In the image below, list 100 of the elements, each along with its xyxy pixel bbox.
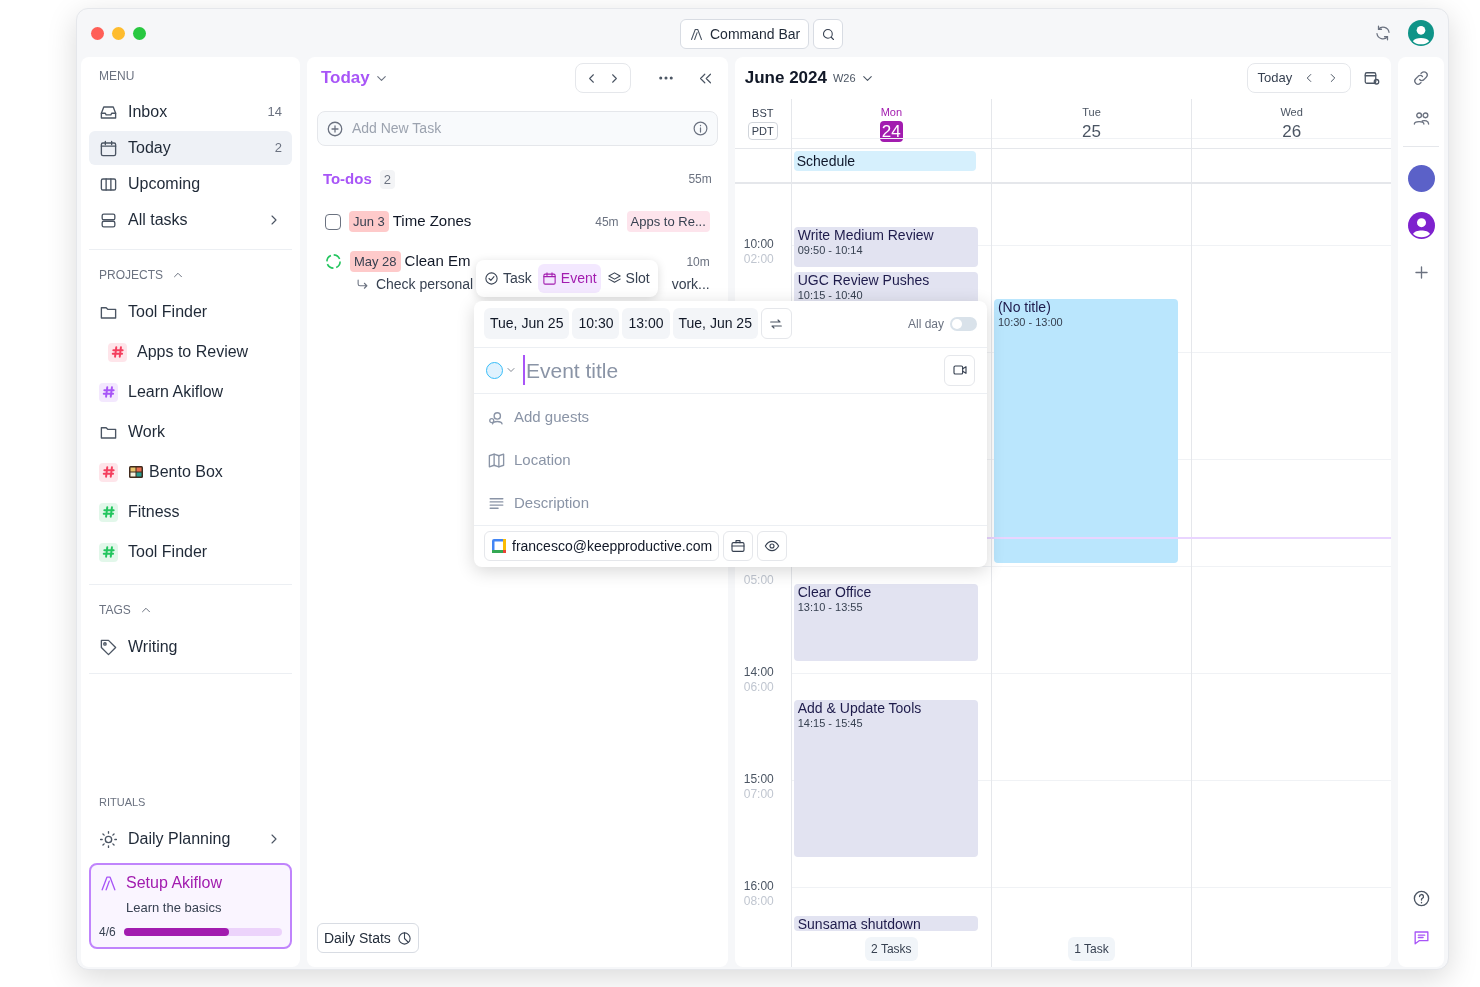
visibility-button[interactable] (757, 531, 788, 562)
event-time: 14:15 - 15:45 (797, 716, 864, 730)
all-day-toggle[interactable] (950, 316, 977, 331)
hour-label: 16:00 (743, 879, 774, 894)
event-title: UGC Review Pushes (797, 271, 931, 289)
event-time: 13:10 - 13:55 (797, 600, 864, 614)
description-field[interactable]: Description (514, 492, 974, 515)
user-avatar[interactable] (1407, 212, 1435, 239)
section-heading: MENU (98, 68, 136, 85)
daily-stats-button[interactable]: Daily Stats (316, 923, 419, 953)
event-time: 10:15 - 10:40 (797, 288, 864, 302)
location-field[interactable]: Location (514, 449, 974, 472)
search-icon (820, 26, 836, 42)
project-label: Apps to Re... (626, 210, 710, 233)
task-count-pill[interactable]: 2 Tasks (865, 937, 918, 961)
hour-label: 07:00 (743, 787, 774, 802)
section-title: To-dos (322, 169, 372, 189)
project-item[interactable]: Fitness (89, 492, 292, 532)
event-time: 09:50 - 10:14 (797, 244, 864, 258)
event-title-field[interactable]: Event title (523, 355, 938, 386)
month-title: June 2024 (744, 67, 827, 90)
event-title: Clear Office (797, 583, 873, 601)
setup-card[interactable]: Setup Akiflow Learn the basics 4/6 (89, 863, 292, 949)
task-count-pill[interactable]: 1 Task (1068, 937, 1115, 961)
hour-label: 02:00 (743, 252, 774, 267)
subtask-arrow-icon (354, 277, 370, 292)
busy-status-button[interactable] (723, 531, 754, 562)
add-task-box[interactable]: Add New Task (316, 111, 718, 146)
timezone-label: PDT (747, 121, 778, 140)
date-time-chip[interactable]: Tue, Jun 25 (484, 308, 570, 340)
nav-item[interactable]: All tasks (89, 203, 292, 237)
calendar-icon (99, 138, 118, 158)
event-time: 10:30 - 13:00 (997, 315, 1064, 329)
calendar-account-button[interactable]: francesco@keepproductive.com (484, 531, 720, 562)
sun-icon (99, 829, 118, 849)
chat-icon[interactable] (1411, 928, 1431, 947)
section-heading: RITUALS (99, 796, 146, 808)
event-title: Add & Update Tools (797, 699, 923, 717)
calendar-event[interactable]: Clear Office 13:10 - 13:55 (793, 583, 978, 662)
hour-label: 05:00 (743, 573, 774, 588)
map-icon (487, 450, 506, 470)
user-avatar[interactable] (1408, 20, 1434, 46)
command-bar-button[interactable]: Command Bar (680, 19, 810, 49)
type-tab[interactable]: Slot (602, 264, 654, 293)
duration-text: 10m (686, 253, 710, 271)
type-tab[interactable]: Event (537, 264, 601, 293)
date-badge: Jun 3 (348, 210, 389, 233)
event-title: Write Medium Review (797, 227, 935, 245)
type-tab[interactable]: Task (480, 264, 536, 293)
user-avatar[interactable] (1407, 165, 1435, 192)
calendar-settings-icon[interactable] (1363, 69, 1382, 87)
project-item[interactable]: Bento Box (89, 452, 292, 492)
week-label: W26 (833, 70, 856, 86)
task-title: Time Zones (392, 211, 472, 232)
plus-icon (325, 119, 344, 138)
link-icon[interactable] (1412, 69, 1431, 87)
color-picker[interactable] (486, 361, 517, 379)
date-badge: May 28 (349, 250, 401, 273)
nav-item[interactable]: Upcoming (89, 167, 292, 201)
project-item[interactable]: Work (89, 412, 292, 452)
all-day-event[interactable]: Schedule (793, 151, 976, 171)
layers-icon (606, 271, 622, 286)
calendar-event[interactable]: Add & Update Tools 14:15 - 15:45 (793, 699, 978, 858)
task-checkbox[interactable] (324, 213, 341, 230)
project-item[interactable]: Apps to Review (89, 332, 292, 372)
date-time-chip[interactable]: Tue, Jun 25 (672, 308, 758, 340)
project-item[interactable]: Learn Akiflow (89, 372, 292, 412)
calendar-event[interactable]: (No title) 10:30 - 13:00 (993, 298, 1178, 563)
sync-icon[interactable] (1374, 24, 1392, 42)
duration-text: 55m (688, 171, 712, 189)
hour-label: 06:00 (743, 680, 774, 695)
add-task-field[interactable]: Add New Task (351, 118, 684, 139)
tag-item[interactable]: Writing (89, 627, 292, 667)
event-title: (No title) (997, 298, 1052, 316)
guests-field[interactable]: Add guests (514, 406, 974, 429)
day-number[interactable]: 26 (1280, 120, 1304, 142)
search-button[interactable] (813, 19, 844, 49)
calendar-event[interactable]: Sunsama shutdown (793, 915, 978, 932)
ritual-item[interactable]: Daily Planning (89, 821, 292, 857)
timezone-label: BST (752, 106, 774, 121)
weekday-label: Tue (1082, 105, 1101, 120)
hour-label: 15:00 (743, 772, 774, 787)
view-dropdown[interactable]: Today (320, 65, 389, 91)
card-subtitle: Learn the basics (126, 900, 222, 915)
section-heading: TAGS (99, 602, 131, 619)
date-time-chip[interactable]: 13:00 (622, 308, 670, 340)
event-title: Sunsama shutdown (797, 915, 922, 932)
calendar-event[interactable]: Write Medium Review 09:50 - 10:14 (793, 227, 978, 267)
project-item[interactable]: Tool Finder (89, 292, 292, 332)
info-icon (691, 120, 709, 137)
date-time-chip[interactable]: 10:30 (572, 308, 620, 340)
project-item[interactable]: Tool Finder (89, 532, 292, 572)
day-number[interactable]: 24 (879, 120, 903, 142)
today-button[interactable]: Today (1257, 68, 1293, 88)
day-number[interactable]: 25 (1080, 120, 1103, 142)
help-icon[interactable] (1411, 889, 1431, 908)
people-icon[interactable] (1411, 109, 1431, 128)
nav-item[interactable]: Inbox 14 (89, 95, 292, 129)
video-call-button[interactable] (944, 354, 975, 386)
nav-item[interactable]: Today 2 (89, 131, 292, 165)
